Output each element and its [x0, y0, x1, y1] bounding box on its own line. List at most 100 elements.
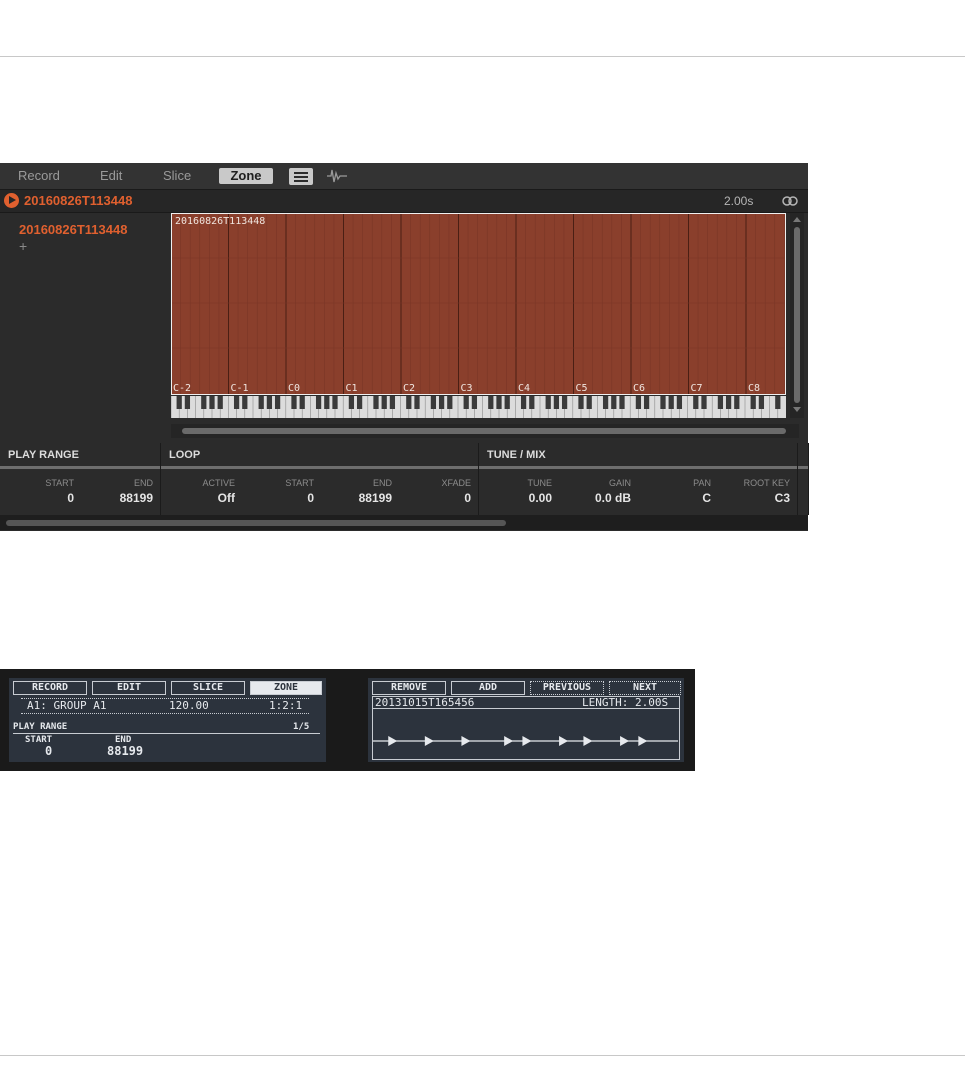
- play-start-value[interactable]: 0: [20, 491, 74, 505]
- slice-marker: [461, 736, 471, 746]
- play-range-section: PLAY RANGE START 0 END 88199: [0, 443, 161, 515]
- black-key: [266, 396, 273, 409]
- zone-key-label: C-2: [173, 383, 191, 394]
- black-key: [406, 396, 412, 409]
- parameter-scrollbar[interactable]: [0, 515, 808, 530]
- hw-previous-button[interactable]: PREVIOUS: [530, 681, 604, 695]
- scroll-up-icon[interactable]: [793, 217, 801, 222]
- play-icon[interactable]: [4, 193, 19, 208]
- black-key: [447, 396, 453, 409]
- black-key: [274, 396, 281, 409]
- hw-position: 1:2:1: [269, 699, 303, 712]
- sample-header: 20160826T113448 2.00s: [0, 190, 808, 213]
- zone-map[interactable]: C-2 C-1 C0 C1 C2 C3 C4 C5 C6 C7 C8 20160826T113448: [171, 213, 786, 395]
- hw-sample-name: 20131015T165456: [375, 696, 475, 709]
- vertical-scroll-thumb[interactable]: [794, 227, 800, 403]
- slice-marker: [388, 736, 398, 746]
- black-key: [201, 396, 207, 409]
- root-key-value[interactable]: C3: [724, 491, 790, 505]
- zone-key-label: C8: [748, 383, 760, 394]
- loop-end-value[interactable]: 88199: [329, 491, 392, 505]
- tune-label: TUNE: [527, 478, 553, 488]
- left-display: RECORD EDIT SLICE ZONE A1: GROUP A1 120.…: [9, 678, 326, 762]
- gain-label: GAIN: [608, 478, 631, 488]
- black-key: [578, 396, 584, 409]
- tab-zone[interactable]: Zone: [219, 168, 273, 184]
- hw-tab-edit[interactable]: EDIT: [92, 681, 166, 695]
- hw-next-button[interactable]: NEXT: [609, 681, 681, 695]
- black-key: [635, 396, 642, 409]
- loop-start-value[interactable]: 0: [254, 491, 314, 505]
- hw-add-button[interactable]: ADD: [451, 681, 525, 695]
- black-key: [775, 396, 781, 409]
- slice-marker: [620, 736, 630, 746]
- black-key: [389, 396, 396, 409]
- list-icon: [294, 172, 308, 174]
- black-key: [561, 396, 568, 409]
- slice-marker: [559, 736, 569, 746]
- hw-start-value: 0: [45, 744, 53, 758]
- black-key: [291, 396, 297, 409]
- play-start-label: START: [45, 478, 74, 488]
- sample-list-item[interactable]: 20160826T113448: [19, 222, 127, 237]
- sampler-tab-bar: Record Edit Slice Zone: [0, 163, 808, 190]
- hw-tab-record[interactable]: RECORD: [13, 681, 87, 695]
- tune-value[interactable]: 0.00: [493, 491, 552, 505]
- hw-tab-zone[interactable]: ZONE: [250, 681, 322, 695]
- black-key: [463, 396, 469, 409]
- black-key: [381, 396, 387, 409]
- slice-marker: [504, 736, 514, 746]
- black-key: [717, 396, 724, 409]
- black-key: [693, 396, 699, 409]
- tab-edit[interactable]: Edit: [100, 168, 122, 184]
- hw-tab-slice[interactable]: SLICE: [171, 681, 245, 695]
- black-key: [258, 396, 264, 409]
- scroll-down-icon[interactable]: [793, 407, 801, 412]
- sample-duration: 2.00s: [724, 194, 754, 208]
- hw-end-value: 88199: [107, 744, 144, 758]
- piano-keyboard[interactable]: [171, 396, 786, 418]
- zone-fill[interactable]: [171, 213, 786, 395]
- pan-value[interactable]: C: [649, 491, 711, 505]
- black-key: [553, 396, 560, 409]
- loop-xfade-value[interactable]: 0: [411, 491, 471, 505]
- horizontal-scroll-thumb[interactable]: [182, 428, 786, 434]
- slice-marker: [638, 736, 648, 746]
- zone-vertical-scrollbar[interactable]: [790, 213, 804, 418]
- black-key: [758, 396, 765, 409]
- black-key: [414, 396, 420, 409]
- play-range-title: PLAY RANGE: [8, 449, 79, 461]
- play-end-value[interactable]: 88199: [90, 491, 153, 505]
- loop-title: LOOP: [169, 449, 201, 461]
- add-sample-button[interactable]: +: [19, 238, 27, 254]
- black-key: [660, 396, 666, 409]
- zone-key-label: C0: [288, 383, 300, 394]
- black-key: [676, 396, 683, 409]
- zone-key-label: C2: [403, 383, 415, 394]
- black-key: [496, 396, 502, 409]
- black-key: [504, 396, 510, 409]
- zone-sample-label: 20160826T113448: [175, 216, 265, 227]
- hardware-displays: RECORD EDIT SLICE ZONE A1: GROUP A1 120.…: [0, 669, 695, 771]
- black-key: [209, 396, 215, 409]
- black-key: [217, 396, 223, 409]
- tab-slice[interactable]: Slice: [163, 168, 191, 184]
- black-key: [348, 396, 355, 409]
- hw-remove-button[interactable]: REMOVE: [372, 681, 446, 695]
- black-key: [750, 396, 756, 409]
- waveform-icon[interactable]: [326, 167, 348, 185]
- zone-horizontal-scrollbar[interactable]: [171, 424, 799, 438]
- root-key-label: ROOT KEY: [743, 478, 790, 488]
- zone-key-label: C1: [346, 383, 358, 394]
- link-icon[interactable]: [781, 196, 799, 206]
- parameter-scroll-thumb[interactable]: [6, 520, 506, 526]
- black-key: [373, 396, 379, 409]
- zone-list-button[interactable]: [289, 168, 313, 185]
- zone-key-label: C6: [633, 383, 645, 394]
- black-key: [586, 396, 592, 409]
- black-key: [488, 396, 494, 409]
- slice-marker: [522, 736, 532, 746]
- tab-record[interactable]: Record: [18, 168, 60, 184]
- loop-active-value[interactable]: Off: [175, 491, 235, 505]
- gain-value[interactable]: 0.0 dB: [565, 491, 631, 505]
